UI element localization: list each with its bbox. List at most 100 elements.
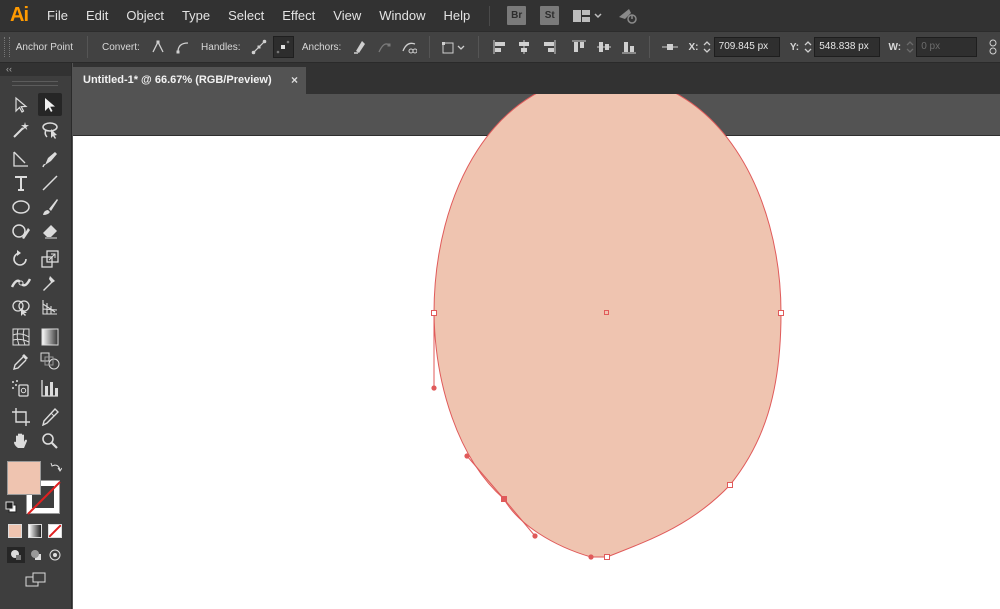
anchor-point[interactable] — [604, 554, 610, 560]
hand-tool-icon[interactable] — [9, 429, 33, 452]
menu-view[interactable]: View — [324, 0, 370, 31]
isolate-object-icon[interactable] — [440, 36, 468, 58]
control-bar: Anchor Point Convert: Handles: Anchors: — [0, 31, 1000, 63]
gradient-mode-button[interactable] — [28, 524, 42, 538]
remove-anchor-icon[interactable] — [349, 36, 370, 58]
document-tab[interactable]: Untitled-1* @ 66.67% (RGB/Preview) × — [73, 67, 306, 94]
y-stepper-icon[interactable] — [801, 36, 814, 58]
show-handles-icon[interactable] — [249, 36, 270, 58]
y-position-input[interactable]: 548.838 px — [814, 37, 881, 57]
control-divider — [478, 36, 480, 58]
reference-point-icon[interactable] — [660, 36, 681, 58]
paintbrush-tool-icon[interactable] — [38, 195, 62, 218]
pen-tool-icon[interactable] — [9, 147, 33, 170]
align-horizontal-center-icon[interactable] — [514, 36, 535, 58]
tools-panel-collapse-button[interactable]: ‹‹ — [0, 63, 71, 76]
menu-edit[interactable]: Edit — [77, 0, 117, 31]
constrain-proportions-icon[interactable] — [987, 36, 1000, 58]
stock-button[interactable]: St — [540, 6, 560, 25]
convert-to-smooth-icon[interactable] — [172, 36, 193, 58]
handle-point[interactable] — [532, 533, 538, 539]
align-vertical-center-icon[interactable] — [594, 36, 615, 58]
arrange-documents-icon[interactable] — [573, 6, 603, 26]
gpu-performance-icon[interactable] — [617, 6, 639, 26]
y-label: Y: — [789, 41, 800, 53]
anchor-point[interactable] — [778, 310, 784, 316]
bridge-button[interactable]: Br — [507, 6, 527, 25]
line-segment-tool-icon[interactable] — [38, 171, 62, 194]
eraser-tool-icon[interactable] — [38, 219, 62, 242]
anchor-point[interactable] — [727, 482, 733, 488]
ellipse-tool-icon[interactable] — [9, 195, 33, 218]
align-top-icon[interactable] — [569, 36, 590, 58]
perspective-grid-tool-icon[interactable] — [38, 295, 62, 318]
anchor-point[interactable] — [431, 310, 437, 316]
align-right-icon[interactable] — [538, 36, 559, 58]
x-label: X: — [688, 41, 699, 53]
canvas-area[interactable] — [73, 94, 1000, 609]
draw-inside-icon[interactable] — [47, 547, 63, 563]
slice-tool-icon[interactable] — [38, 405, 62, 428]
blend-tool-icon[interactable] — [38, 349, 62, 372]
type-tool-icon[interactable] — [9, 171, 33, 194]
connect-anchors-icon[interactable] — [374, 36, 395, 58]
control-bar-grip[interactable] — [4, 37, 10, 57]
width-tool-icon[interactable] — [9, 271, 33, 294]
x-stepper-icon[interactable] — [701, 36, 714, 58]
screen-mode-icon[interactable] — [24, 571, 48, 589]
selection-tool-icon[interactable] — [9, 93, 33, 116]
anchors-label: Anchors: — [301, 41, 342, 53]
tools-panel-grip[interactable] — [12, 81, 58, 86]
lasso-tool-icon[interactable] — [38, 118, 62, 141]
menu-type[interactable]: Type — [173, 0, 219, 31]
width-label: W: — [888, 41, 902, 53]
shape-builder-tool-icon[interactable] — [9, 295, 33, 318]
align-left-icon[interactable] — [489, 36, 510, 58]
selected-anchor-point[interactable] — [501, 496, 507, 502]
document-tab-title: Untitled-1* @ 66.67% (RGB/Preview) — [83, 74, 272, 86]
control-divider — [429, 36, 431, 58]
none-mode-button[interactable] — [48, 524, 62, 538]
document-tab-strip: Untitled-1* @ 66.67% (RGB/Preview) × — [73, 63, 1000, 94]
fill-color-swatch-front[interactable] — [7, 461, 41, 495]
handle-point[interactable] — [464, 453, 470, 459]
artboard-tool-icon[interactable] — [9, 405, 33, 428]
shaper-tool-icon[interactable] — [9, 219, 33, 242]
control-divider — [648, 36, 650, 58]
puppet-warp-tool-icon[interactable] — [38, 271, 62, 294]
menu-bar: Ai File Edit Object Type Select Effect V… — [0, 0, 1000, 31]
handle-point[interactable] — [588, 554, 594, 560]
x-position-input[interactable]: 709.845 px — [713, 37, 780, 57]
menu-select[interactable]: Select — [219, 0, 273, 31]
column-graph-tool-icon[interactable] — [38, 376, 62, 399]
magic-wand-tool-icon[interactable] — [9, 118, 33, 141]
cut-path-icon[interactable] — [399, 36, 420, 58]
rotate-tool-icon[interactable] — [9, 247, 33, 270]
menu-help[interactable]: Help — [434, 0, 479, 31]
mesh-tool-icon[interactable] — [9, 325, 33, 348]
width-input: 0 px — [916, 37, 977, 57]
default-fill-stroke-icon[interactable] — [5, 500, 17, 513]
gradient-tool-icon[interactable] — [38, 325, 62, 348]
align-bottom-icon[interactable] — [618, 36, 639, 58]
draw-normal-icon[interactable] — [7, 547, 25, 563]
handle-point[interactable] — [431, 385, 437, 391]
menu-object[interactable]: Object — [117, 0, 173, 31]
zoom-tool-icon[interactable] — [38, 429, 62, 452]
hide-handles-icon[interactable] — [273, 36, 294, 58]
menu-effect[interactable]: Effect — [273, 0, 324, 31]
close-document-button[interactable]: × — [291, 67, 298, 94]
symbol-sprayer-tool-icon[interactable] — [9, 376, 33, 399]
scale-tool-icon[interactable] — [38, 247, 62, 270]
color-mode-button[interactable] — [8, 524, 22, 538]
menu-file[interactable]: File — [38, 0, 77, 31]
eyedropper-tool-icon[interactable] — [9, 349, 33, 372]
draw-behind-icon[interactable] — [28, 547, 44, 563]
curvature-tool-icon[interactable] — [38, 147, 62, 170]
menu-window[interactable]: Window — [370, 0, 434, 31]
swap-fill-stroke-icon[interactable] — [49, 461, 63, 475]
convert-to-corner-icon[interactable] — [148, 36, 169, 58]
artwork-layer[interactable] — [73, 94, 1000, 609]
direct-selection-tool-icon[interactable] — [38, 93, 62, 116]
handles-label: Handles: — [201, 41, 241, 53]
